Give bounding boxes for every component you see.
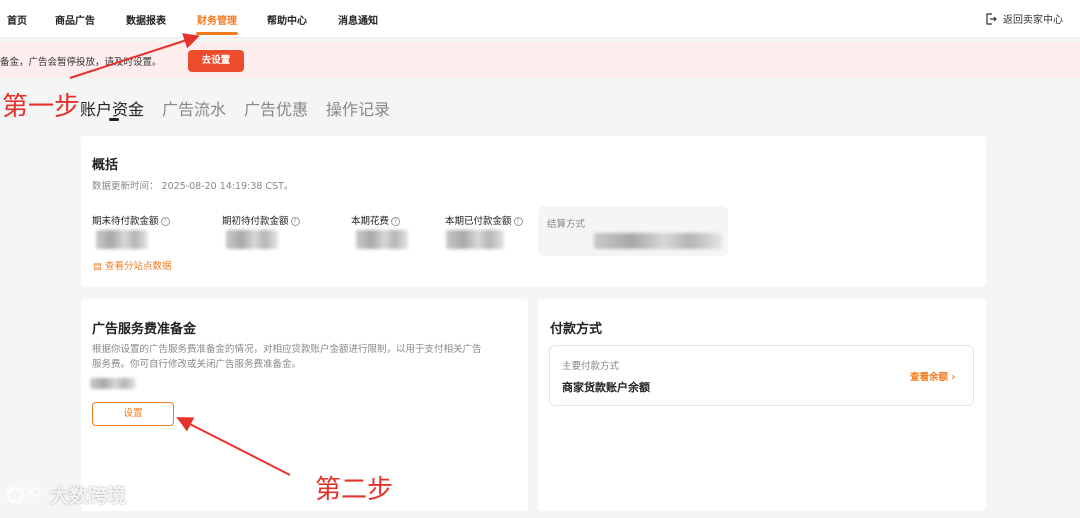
watermark-text: 大数跨境	[50, 485, 127, 507]
watermark: 大数跨境	[6, 481, 126, 508]
step2-annotation: 第二步	[315, 475, 394, 505]
annotation-arrows	[69, 33, 291, 476]
logo-icon	[6, 486, 41, 503]
step1-annotation: 第一步	[2, 92, 81, 122]
arrow-step2	[176, 417, 291, 476]
arrow-step1	[69, 33, 200, 79]
